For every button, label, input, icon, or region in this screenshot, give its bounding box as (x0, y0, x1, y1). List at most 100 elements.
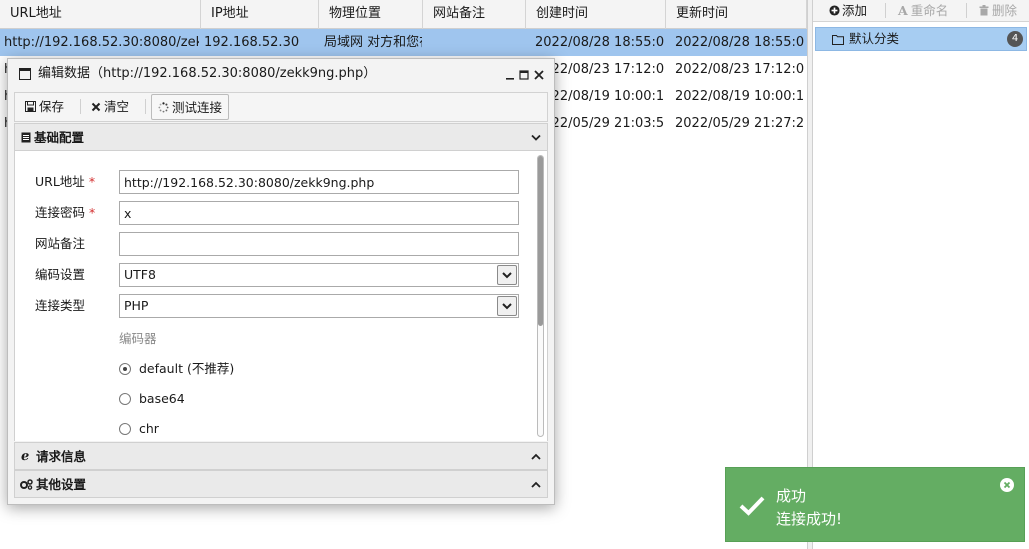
scrollbar-thumb[interactable] (538, 156, 543, 326)
column-header-created[interactable]: 创建时间 (526, 0, 666, 29)
encoder-group-title: 编码器 (119, 331, 157, 346)
cell-location: 局域网 对方和您在同一内部网 (324, 35, 422, 50)
category-item-default[interactable]: 默认分类 4 (815, 27, 1027, 51)
column-header-ip[interactable]: IP地址 (201, 0, 319, 29)
minimize-icon[interactable] (505, 70, 515, 80)
section-header-other[interactable]: 其他设置 (14, 470, 548, 498)
note-field-label: 网站备注 (35, 236, 86, 251)
encoder-option-label: base64 (139, 391, 185, 406)
toolbar-divider (966, 3, 967, 18)
folder-icon (832, 35, 844, 45)
section-body-basic: URL地址* 连接密码* 网站备注 编码设置 UTF8 连接类型 PHP 编码器 (14, 151, 548, 441)
clear-label: 清空 (104, 99, 130, 114)
chevron-up-icon (531, 453, 541, 460)
category-label: 默认分类 (849, 31, 900, 46)
success-toast: 成功 连接成功! (725, 467, 1025, 542)
toast-title: 成功 (776, 487, 807, 505)
delete-category-label: 删除 (992, 3, 1018, 18)
cell-updated: 2022/05/29 21:27:25 (675, 116, 805, 131)
trash-icon (979, 5, 989, 16)
column-header-updated[interactable]: 更新时间 (666, 0, 807, 29)
encoder-option-label: chr (139, 421, 159, 436)
add-category-label: 添加 (842, 3, 868, 18)
radio-button[interactable] (119, 422, 131, 435)
checkmark-icon (739, 496, 765, 516)
required-mark: * (89, 205, 96, 220)
test-connection-button[interactable]: 测试连接 (151, 94, 230, 120)
cell-created: 2022/08/28 18:55:07 (535, 35, 665, 50)
category-toolbar: 添加 A 重命名 删除 (813, 0, 1029, 22)
dialog-titlebar[interactable]: 编辑数据（http://192.168.52.30:8080/zekk9ng.p… (8, 59, 554, 89)
ie-icon: ℯ (21, 449, 30, 464)
password-field-label: 连接密码 * (35, 205, 96, 220)
close-icon[interactable] (534, 70, 544, 80)
column-header-location[interactable]: 物理位置 (319, 0, 423, 29)
required-mark: * (88, 174, 96, 189)
delete-category-button[interactable]: 删除 (979, 0, 1017, 21)
encoder-option-label: default (不推荐) (139, 361, 235, 376)
rename-category-button[interactable]: A 重命名 (898, 0, 948, 21)
cell-updated: 2022/08/28 18:55:07 (675, 35, 805, 50)
encoder-option-base64[interactable]: base64 (119, 389, 185, 409)
save-button[interactable]: 保存 (19, 94, 70, 120)
type-field-label: 连接类型 (35, 298, 86, 313)
chevron-up-icon (531, 481, 541, 488)
clear-button[interactable]: 清空 (85, 94, 135, 120)
encoder-option-chr[interactable]: chr (119, 419, 159, 439)
spinner-icon (158, 102, 169, 113)
column-header-note[interactable]: 网站备注 (423, 0, 526, 29)
maximize-icon[interactable] (519, 70, 529, 80)
close-icon (1003, 481, 1011, 489)
radio-button[interactable] (119, 392, 131, 405)
connection-type-select[interactable]: PHP (119, 294, 519, 318)
plus-circle-icon (829, 5, 840, 16)
connection-type-value: PHP (124, 298, 149, 313)
toolbar-divider (80, 99, 81, 114)
dialog-toolbar: 保存 清空 测试连接 (14, 92, 548, 122)
save-label: 保存 (39, 99, 65, 114)
table-row[interactable]: http://192.168.52.30:8080/zekk9ng.php 19… (0, 29, 807, 56)
dialog-title: 编辑数据（http://192.168.52.30:8080/zekk9ng.p… (38, 66, 377, 81)
cell-note (428, 29, 524, 56)
cell-url: http://192.168.52.30:8080/zekk9ng.php (4, 35, 199, 50)
toast-close-button[interactable] (1000, 478, 1014, 492)
select-arrow[interactable] (497, 265, 517, 285)
toolbar-divider (885, 3, 886, 18)
window-icon (19, 68, 31, 80)
section-title-basic: 基础配置 (34, 130, 85, 145)
section-title-other: 其他设置 (36, 477, 87, 492)
encoding-select[interactable]: UTF8 (119, 263, 519, 287)
table-header: URL地址 IP地址 物理位置 网站备注 创建时间 更新时间 (0, 0, 807, 29)
radio-button[interactable] (119, 362, 131, 375)
note-input[interactable] (119, 232, 519, 256)
form-scrollbar[interactable] (537, 155, 544, 437)
cell-updated: 2022/08/23 17:12:05 (675, 62, 805, 77)
encoding-field-label: 编码设置 (35, 267, 86, 282)
test-connection-label: 测试连接 (172, 100, 223, 115)
url-input[interactable] (119, 170, 519, 194)
toolbar-divider (145, 99, 146, 114)
password-input[interactable] (119, 201, 519, 225)
chevron-down-icon (502, 272, 512, 279)
section-title-request: 请求信息 (36, 449, 87, 464)
chevron-down-icon (502, 303, 512, 310)
add-category-button[interactable]: 添加 (829, 0, 867, 21)
select-arrow[interactable] (497, 296, 517, 316)
file-text-icon (21, 132, 31, 143)
section-header-request[interactable]: ℯ 请求信息 (14, 442, 548, 470)
edit-data-dialog: 编辑数据（http://192.168.52.30:8080/zekk9ng.p… (7, 58, 555, 505)
encoder-option-default[interactable]: default (不推荐) (119, 359, 234, 379)
url-field-label: URL地址 * (35, 174, 96, 189)
save-icon (25, 101, 36, 112)
toast-message: 连接成功! (776, 510, 843, 528)
times-icon (91, 102, 101, 112)
column-header-url[interactable]: URL地址 (0, 0, 201, 29)
cell-updated: 2022/08/19 10:00:10 (675, 89, 805, 104)
encoding-value: UTF8 (124, 267, 156, 282)
cogs-icon (20, 479, 33, 490)
cell-ip: 192.168.52.30 (204, 35, 300, 50)
font-a-icon: A (898, 3, 908, 18)
chevron-down-icon (531, 134, 541, 141)
section-header-basic[interactable]: 基础配置 (14, 123, 548, 151)
rename-category-label: 重命名 (910, 3, 949, 18)
